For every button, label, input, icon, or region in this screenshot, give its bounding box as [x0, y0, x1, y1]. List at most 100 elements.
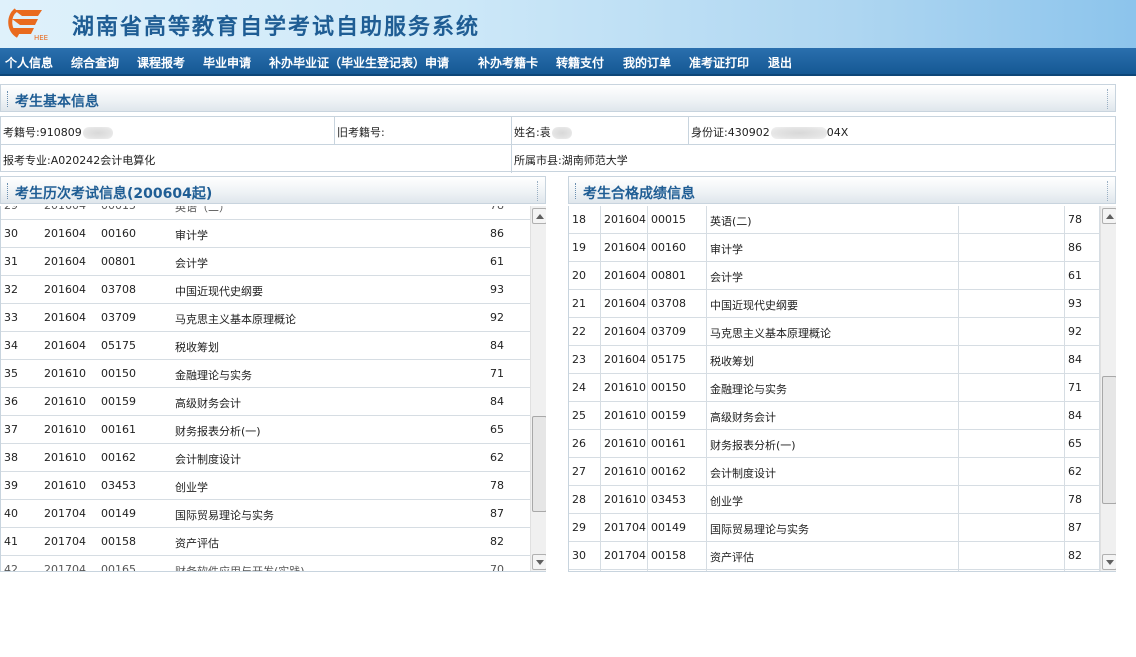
code-cell: 00162 [648, 458, 707, 486]
seq-cell: 25 [569, 402, 601, 430]
table-row: 25 201610 00159 高级财务会计 84 [569, 402, 1100, 430]
score-cell: 87 [1065, 514, 1100, 542]
score-cell: 78 [1065, 206, 1100, 234]
course-cell: 金融理论与实务 [175, 369, 252, 382]
table-row: 20 201604 00801 会计学 61 [569, 262, 1100, 290]
table-row: 38 201610 00162 会计制度设计 62 [1, 444, 530, 472]
table-row: 29 201704 00149 国际贸易理论与实务 87 [569, 514, 1100, 542]
empty-cell [569, 570, 601, 571]
history-list[interactable]: 29 201604 00015 英语（二） 78 3020160400160审计… [0, 206, 546, 572]
scroll-thumb[interactable] [1102, 375, 1116, 504]
empty-cell [601, 570, 648, 571]
nav-course-register[interactable]: 课程报考 [137, 54, 185, 71]
blank-cell [959, 234, 1065, 262]
passed-list[interactable]: 18 201604 00015 英语(二) 78 19 201604 00160 审计学 86 20… [568, 206, 1116, 572]
scroll-thumb[interactable] [532, 415, 546, 512]
nav-personal-info[interactable]: 个人信息 [5, 54, 53, 71]
old-exam-no-cell: 旧考籍号: [335, 117, 512, 145]
date-cell: 201610 [601, 486, 648, 514]
seq-cell: 32 [4, 283, 18, 296]
course-cell: 马克思主义基本原理概论 [707, 318, 959, 346]
nav-admission-print[interactable]: 准考证打印 [689, 54, 749, 71]
exam-no-label: 考籍号: [3, 126, 40, 139]
code-cell: 00150 [648, 374, 707, 402]
code-cell: 00160 [101, 227, 136, 240]
course-cell: 中国近现代史纲要 [175, 285, 263, 298]
course-cell: 英语（二） [175, 206, 230, 214]
blank-cell [959, 514, 1065, 542]
score-cell: 84 [490, 339, 504, 352]
divider [1107, 181, 1109, 201]
course-cell: 审计学 [175, 229, 208, 242]
history-scrollbar[interactable] [530, 206, 546, 571]
table-row: 18 201604 00015 英语(二) 78 [569, 206, 1100, 234]
nav-reissue-certificate[interactable]: 补办毕业证（毕业生登记表）申请 [269, 54, 449, 71]
scroll-up-button[interactable] [1102, 208, 1116, 224]
empty-cell [1065, 570, 1100, 571]
divider [575, 183, 578, 199]
scroll-up-button[interactable] [532, 208, 546, 224]
code-cell: 00158 [648, 542, 707, 570]
exam-no-value: 910809 [39, 126, 82, 139]
course-cell: 财务报表分析(一) [707, 430, 959, 458]
course-cell: 创业学 [707, 486, 959, 514]
seq-cell: 31 [4, 255, 18, 268]
code-cell: 03453 [101, 479, 136, 492]
nav-logout[interactable]: 退出 [768, 54, 792, 71]
course-cell: 资产评估 [175, 537, 219, 550]
score-cell: 78 [1065, 486, 1100, 514]
nav-query[interactable]: 综合查询 [71, 54, 119, 71]
nav-my-orders[interactable]: 我的订单 [623, 54, 671, 71]
redacted-mask [551, 127, 572, 139]
date-cell: 201704 [44, 535, 86, 548]
table-row: 39 201610 03453 创业学 78 [1, 472, 530, 500]
id-suffix: 04X [826, 126, 849, 139]
code-cell: 00160 [648, 234, 707, 262]
date-cell: 201604 [41, 206, 98, 220]
table-row: 30 201604 00160 审计学 86 [1, 220, 530, 248]
scroll-down-button[interactable] [532, 554, 546, 570]
code-cell: 05175 [648, 346, 707, 374]
major-cell: 报考专业:A020242会计电算化 [1, 145, 512, 173]
table-row: 23 201604 05175 税收筹划 84 [569, 346, 1100, 374]
blank-cell [959, 402, 1065, 430]
id-label: 身份证: [691, 126, 728, 139]
code-cell: 00162 [101, 451, 136, 464]
blank-cell [959, 290, 1065, 318]
seq-cell: 37 [4, 423, 18, 436]
course-cell: 财务软件应用与开发(实践) [175, 565, 305, 572]
date-cell: 201604 [601, 318, 648, 346]
score-cell: 62 [490, 451, 504, 464]
seq-cell: 23 [569, 346, 601, 374]
score-cell: 92 [1065, 318, 1100, 346]
score-cell: 84 [490, 395, 504, 408]
passed-scrollbar[interactable] [1100, 206, 1116, 571]
nav-transfer-payment[interactable]: 转籍支付 [556, 54, 604, 71]
blank-cell [959, 430, 1065, 458]
course-cell: 国际贸易理论与实务 [175, 509, 274, 522]
course-cell: 会计学 [707, 262, 959, 290]
nav-reissue-card[interactable]: 补办考籍卡 [478, 54, 538, 71]
old-exam-no-label: 旧考籍号: [337, 126, 385, 139]
seq-cell: 40 [4, 507, 18, 520]
code-cell: 00150 [101, 367, 136, 380]
empty-cell [959, 570, 1065, 571]
redacted-mask [82, 127, 113, 139]
divider [537, 181, 539, 201]
date-cell: 201604 [44, 283, 86, 296]
blank-cell [959, 374, 1065, 402]
name-label: 姓名: [514, 126, 540, 139]
seq-cell: 38 [4, 451, 18, 464]
score-cell: 93 [490, 283, 504, 296]
blank-cell [959, 206, 1065, 234]
table-row: 24 201610 00150 金融理论与实务 71 [569, 374, 1100, 402]
nav-graduation-apply[interactable]: 毕业申请 [203, 54, 251, 71]
date-cell: 201610 [44, 451, 86, 464]
scroll-down-button[interactable] [1102, 554, 1116, 570]
score-cell: 78 [487, 206, 530, 220]
id-cell: 身份证:430902 04X [689, 117, 1115, 145]
blank-cell [959, 458, 1065, 486]
score-cell: 71 [1065, 374, 1100, 402]
code-cell: 00801 [648, 262, 707, 290]
score-cell: 93 [1065, 290, 1100, 318]
